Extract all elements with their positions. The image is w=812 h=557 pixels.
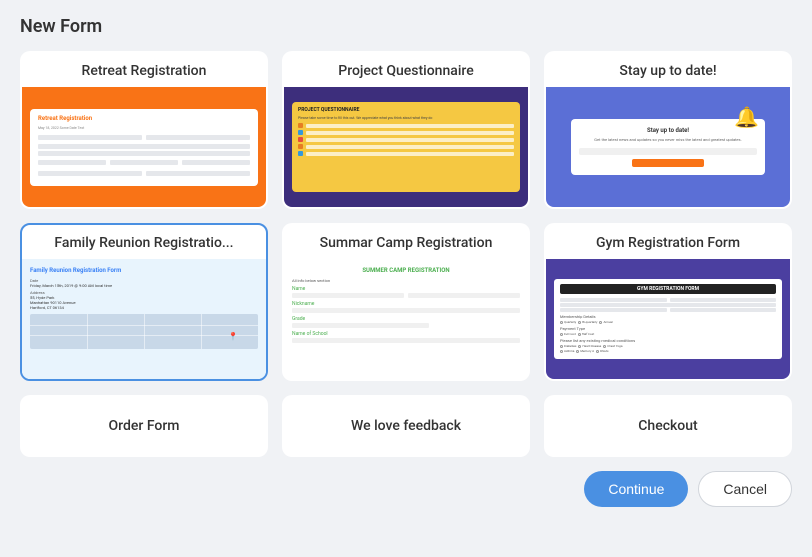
- gym-c4: Asthma: [564, 349, 574, 353]
- card-checkout[interactable]: Checkout: [544, 395, 792, 457]
- gym-condition-options2: Asthma Memory A Rhiuts: [560, 349, 776, 353]
- summer-school-field: [292, 338, 520, 343]
- gym-c2: Heart Disease: [582, 344, 601, 348]
- stay-button-preview: [632, 159, 703, 167]
- summer-section-nickname: Nickname: [292, 301, 520, 307]
- gym-section-conditions: Please list any existing medical conditi…: [560, 338, 776, 343]
- gym-phone: [560, 308, 667, 312]
- summer-grade-select: [292, 323, 429, 328]
- card-label-retreat: Retreat Registration: [22, 53, 266, 87]
- card-label-project: Project Questionnaire: [284, 53, 528, 87]
- gym-pay1: Full Cost: [564, 332, 576, 336]
- gym-c5: Memory A: [580, 349, 594, 353]
- project-subtitle: Please take some time to fill this out. …: [298, 116, 514, 120]
- card-preview-gym: GYM REGISTRATION FORM Membership Details…: [546, 259, 790, 379]
- gym-c1: Diabeties: [564, 344, 576, 348]
- card-grid-row1: Retreat Registration Retreat Registratio…: [20, 51, 792, 209]
- gym-opt2: Bi-quarterly: [582, 320, 597, 324]
- page-container: New Form Retreat Registration Retreat Re…: [0, 0, 812, 557]
- family-map-preview: 📍: [30, 314, 258, 349]
- card-label-gym: Gym Registration Form: [546, 225, 790, 259]
- stay-input-preview: [579, 148, 757, 155]
- card-summer-camp[interactable]: Summar Camp Registration SUMMER CAMP REG…: [282, 223, 530, 381]
- stay-inner: 🔔 Stay up to date! Get the latest news a…: [571, 119, 765, 175]
- card-label-family: Family Reunion Registratio...: [22, 225, 266, 259]
- card-preview-summer: SUMMER CAMP REGISTRATION All info below …: [284, 259, 528, 379]
- bottom-bar: Continue Cancel: [20, 471, 792, 507]
- gym-c6: Rhiuts: [600, 349, 608, 353]
- card-stay-up-to-date[interactable]: Stay up to date! 🔔 Stay up to date! Get …: [544, 51, 792, 209]
- gym-section-membership: Membership Details: [560, 314, 776, 319]
- summer-subtitle: All info below section: [292, 278, 520, 283]
- page-title: New Form: [20, 16, 792, 37]
- gym-payment-options: Full Cost Half Cost: [560, 332, 776, 336]
- cancel-button[interactable]: Cancel: [698, 471, 792, 507]
- card-preview-retreat: Retreat Registration May 18, 2022 Some D…: [22, 87, 266, 207]
- gym-dob: [670, 308, 777, 312]
- map-pin-icon: 📍: [228, 332, 238, 341]
- gym-membership-options: Quarterly Bi-quarterly Annual: [560, 320, 776, 324]
- card-preview-family: Family Reunion Registration Form Date Fr…: [22, 259, 266, 379]
- bell-icon: 🔔: [734, 105, 759, 129]
- project-inner: PROJECT QUESTIONNAIRE Please take some t…: [292, 102, 520, 192]
- card-project-questionnaire[interactable]: Project Questionnaire PROJECT QUESTIONNA…: [282, 51, 530, 209]
- gym-opt3: Annual: [603, 320, 612, 324]
- gym-email: [560, 303, 776, 307]
- gym-condition-options: Diabeties Heart Disease Chest Yoga: [560, 344, 776, 348]
- card-preview-project: PROJECT QUESTIONNAIRE Please take some t…: [284, 87, 528, 207]
- gym-section-type: Payment Type: [560, 326, 776, 331]
- card-label-checkout: Checkout: [638, 418, 697, 434]
- card-label-stay: Stay up to date!: [546, 53, 790, 87]
- gym-c3: Chest Yoga: [607, 344, 622, 348]
- project-form-title: PROJECT QUESTIONNAIRE: [298, 107, 514, 113]
- card-family-reunion[interactable]: Family Reunion Registratio... Family Reu…: [20, 223, 268, 381]
- gym-opt1: Quarterly: [564, 320, 576, 324]
- card-order-form[interactable]: Order Form: [20, 395, 268, 457]
- card-gym-registration[interactable]: Gym Registration Form GYM REGISTRATION F…: [544, 223, 792, 381]
- summer-section-grade: Grade: [292, 316, 520, 322]
- card-retreat-registration[interactable]: Retreat Registration Retreat Registratio…: [20, 51, 268, 209]
- summer-section-name: Name: [292, 286, 520, 292]
- card-we-love-feedback[interactable]: We love feedback: [282, 395, 530, 457]
- family-form-title: Family Reunion Registration Form: [30, 267, 258, 274]
- family-date-value: Friday, March 15th, 2019 @ 9:00 AM local…: [30, 283, 258, 288]
- gym-pay2: Half Cost: [582, 332, 594, 336]
- gym-inner: GYM REGISTRATION FORM Membership Details…: [554, 279, 782, 359]
- summer-lastname: [408, 293, 520, 298]
- gym-lastname: [670, 298, 777, 302]
- retreat-inner: Retreat Registration May 18, 2022 Some D…: [30, 109, 258, 186]
- card-grid-row3: Order Form We love feedback Checkout: [20, 395, 792, 457]
- stay-title: Stay up to date!: [579, 127, 757, 134]
- card-label-summer: Summar Camp Registration: [284, 225, 528, 259]
- card-grid-row2: Family Reunion Registratio... Family Reu…: [20, 223, 792, 381]
- summer-nickname-field: [292, 308, 520, 313]
- gym-form-title: GYM REGISTRATION FORM: [560, 284, 776, 294]
- card-label-feedback: We love feedback: [351, 418, 461, 434]
- summer-firstname: [292, 293, 404, 298]
- card-label-order: Order Form: [109, 418, 180, 434]
- stay-text: Get the latest news and updates so you n…: [579, 137, 757, 143]
- summer-section-school: Name of School: [292, 331, 520, 337]
- family-address-value: 55, Hyde ParkManhattan 90110 AvenueHartf…: [30, 295, 258, 310]
- retreat-form-title: Retreat Registration: [38, 115, 250, 122]
- summer-form-title: SUMMER CAMP REGISTRATION: [292, 267, 520, 274]
- continue-button[interactable]: Continue: [584, 471, 688, 507]
- retreat-subtitle: May 18, 2022 Some Date Text: [38, 126, 250, 130]
- gym-firstname: [560, 298, 667, 302]
- card-preview-stay: 🔔 Stay up to date! Get the latest news a…: [546, 87, 790, 207]
